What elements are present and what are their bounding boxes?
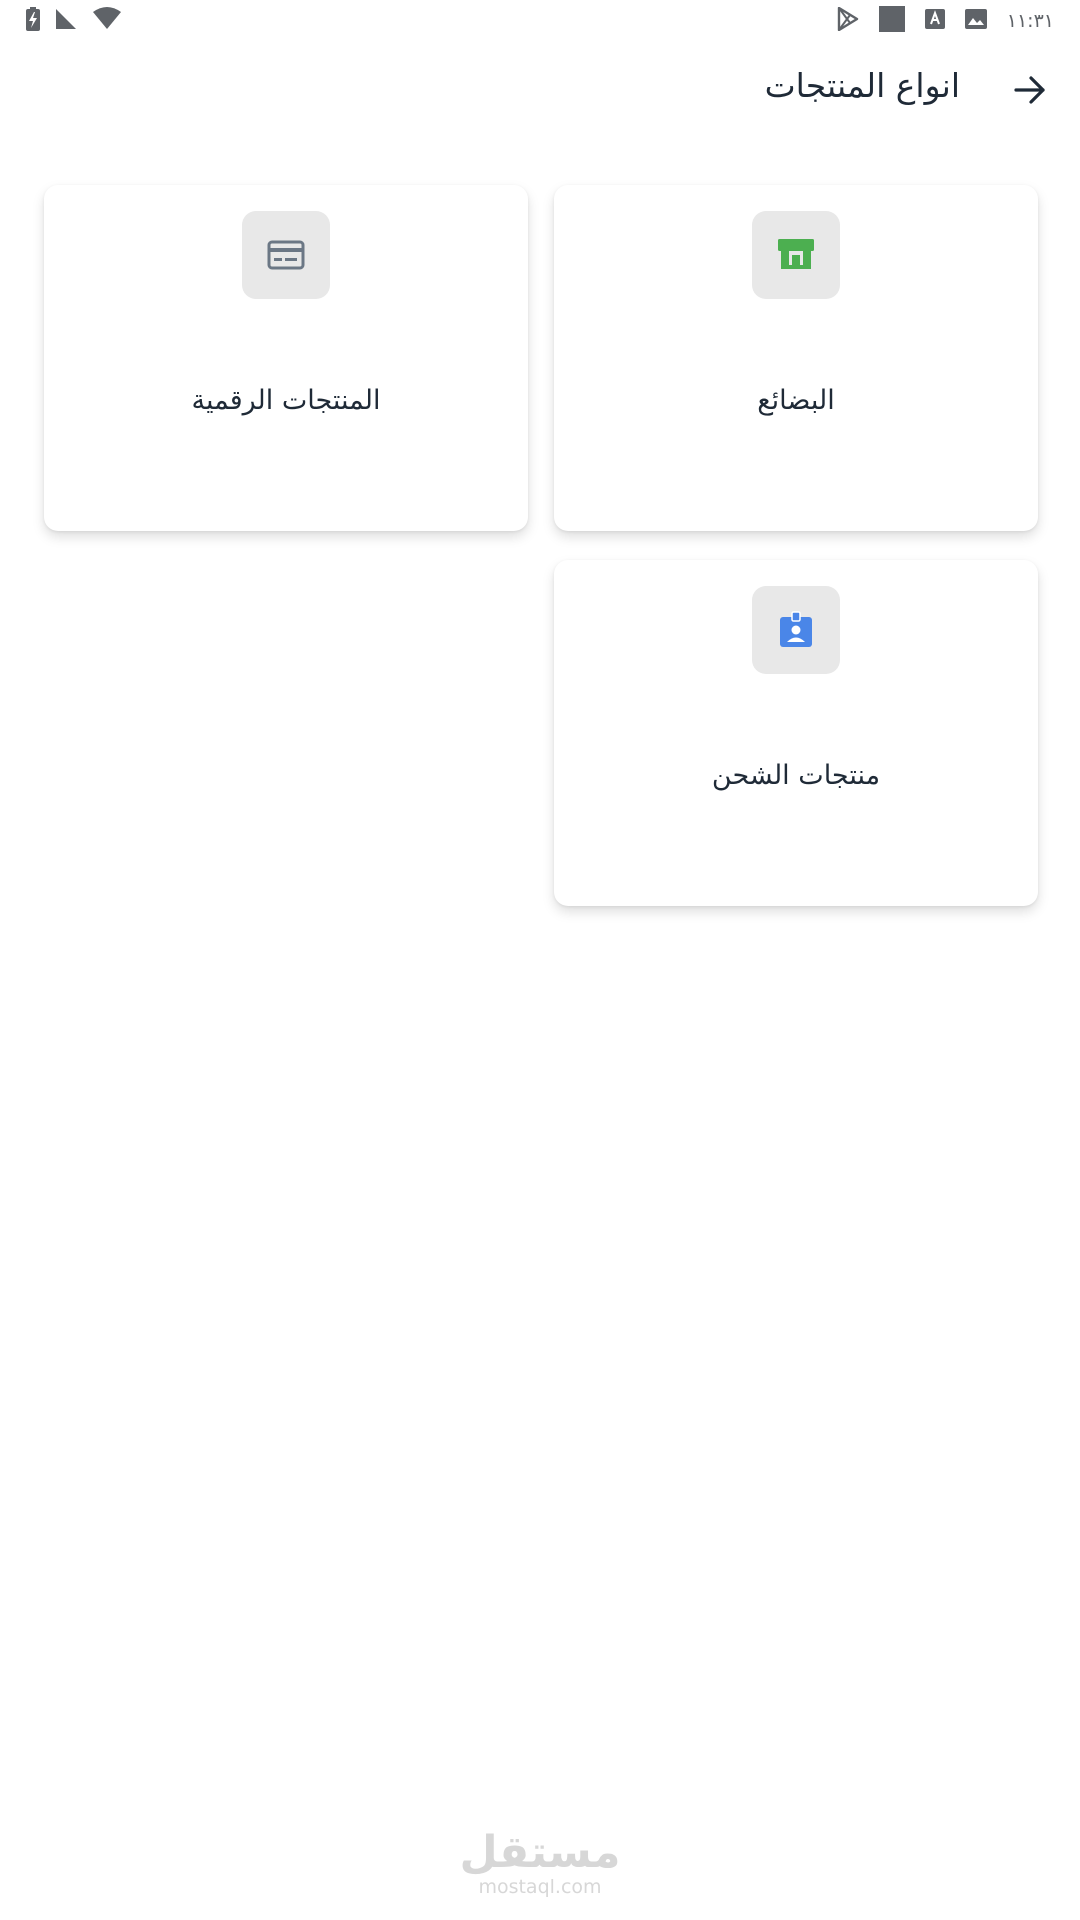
back-button[interactable] [1002,62,1058,118]
card-icon-box [752,586,840,674]
play-store-icon [837,6,859,35]
product-type-card-digital[interactable]: المنتجات الرقمية [44,185,528,531]
signal-icon [54,7,78,35]
watermark-arabic: مستقل [459,1827,621,1878]
battery-charging-icon [26,7,40,35]
status-bar-right: ١١:٣١ [837,6,1054,36]
product-type-card-shipping[interactable]: منتجات الشحن [554,560,1038,906]
status-bar: ١١:٣١ [0,0,1080,42]
screen: ١١:٣١ انواع المنتجات البضائع المنتجات ال… [0,0,1080,1920]
arrow-right-icon [1014,76,1045,104]
font-notification-icon [924,9,945,33]
card-label-digital: المنتجات الرقمية [191,385,381,416]
card-icon-box [752,211,840,299]
wifi-icon [92,7,122,35]
card-label-goods: البضائع [757,385,835,416]
image-notification-icon [964,9,987,33]
status-time: ١١:٣١ [1006,10,1054,32]
product-type-card-goods[interactable]: البضائع [554,185,1038,531]
credit-card-icon [267,240,305,270]
app-bar: انواع المنتجات [0,50,1080,130]
watermark: مستقل mostaql.com [0,1827,1080,1899]
badge-icon [780,611,812,647]
card-icon-box [242,211,330,299]
card-label-shipping: منتجات الشحن [711,760,881,791]
status-bar-left [26,7,122,35]
store-icon [778,239,814,269]
page-title: انواع المنتجات [764,66,960,105]
square-notification-icon [878,6,905,36]
watermark-latin: mostaql.com [478,1876,602,1898]
